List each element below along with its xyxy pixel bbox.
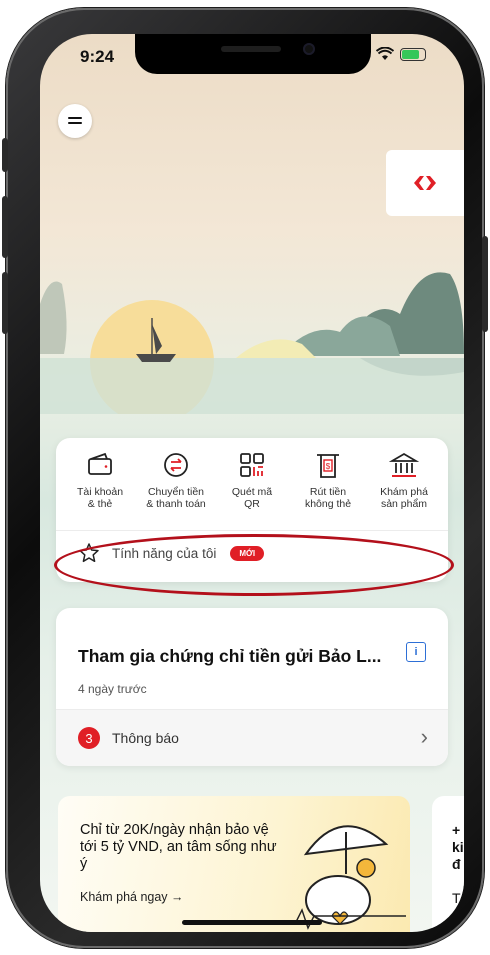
action-explore-products[interactable]: Khám phá sản phẩm — [368, 450, 440, 510]
action-transfer-payment[interactable]: Chuyển tiền & thanh toán — [140, 450, 212, 510]
action-label-1: Rút tiền — [309, 486, 347, 498]
action-label-2: & thẻ — [87, 498, 113, 510]
promo-next-line1: + — [452, 822, 461, 838]
svg-text:$: $ — [326, 462, 331, 471]
wifi-icon — [376, 47, 394, 60]
home-indicator — [182, 920, 322, 925]
action-label-2: QR — [244, 498, 260, 510]
notifications-link[interactable]: 3 Thông báo › — [56, 709, 448, 766]
power-button — [482, 236, 488, 332]
transfer-icon — [164, 453, 188, 477]
highlight-annotation — [54, 534, 454, 596]
notification-card[interactable]: Tham gia chứng chỉ tiền gửi Bảo L... i 4… — [56, 608, 448, 766]
volume-up-button — [2, 196, 8, 258]
action-label-1: Chuyển tiền — [147, 486, 205, 498]
hamburger-icon — [68, 117, 82, 124]
promo-next-line4: T — [452, 890, 461, 906]
promo-banner-next[interactable]: + ki đ T — [432, 796, 464, 932]
promo-link[interactable]: Khám phá ngay → — [80, 890, 184, 904]
action-label-1: Quét mã — [231, 486, 273, 498]
chevron-right-icon: › — [420, 724, 428, 749]
menu-button[interactable] — [58, 104, 92, 138]
wallet-icon — [88, 452, 112, 475]
volume-down-button — [2, 272, 8, 334]
promo-banner[interactable]: Chỉ từ 20K/ngày nhận bảo vệ tới 5 tỷ VND… — [58, 796, 410, 932]
notifications-label: Thông báo — [112, 730, 179, 746]
status-icons — [376, 47, 426, 61]
action-label-2: sản phẩm — [380, 498, 428, 510]
battery-icon — [400, 47, 426, 61]
action-cardless-withdraw[interactable]: $ Rút tiền không thẻ — [292, 450, 364, 510]
promo-text: Chỉ từ 20K/ngày nhận bảo vệ tới 5 tỷ VND… — [80, 822, 277, 872]
action-label-2: không thẻ — [304, 498, 352, 510]
brand-logo-card[interactable] — [386, 150, 464, 216]
status-time: 9:24 — [80, 47, 115, 66]
atm-icon: $ — [317, 454, 339, 478]
action-accounts-cards[interactable]: Tài khoản & thẻ — [64, 450, 136, 510]
action-label-2: & thanh toán — [146, 498, 206, 510]
notification-time: 4 ngày trước — [78, 682, 147, 696]
bank-icon — [389, 452, 419, 477]
promo-next-line2: ki — [452, 839, 464, 855]
qr-icon — [240, 453, 264, 477]
promo-next-line3: đ — [452, 856, 461, 872]
side-button — [2, 138, 8, 172]
info-icon[interactable]: i — [406, 642, 426, 662]
notification-count-badge: 3 — [78, 727, 100, 749]
piggy-umbrella-illustration — [276, 825, 406, 930]
screen: 9:24 Tài khoản & thẻ Chuyển tiền & thanh… — [40, 34, 464, 932]
front-camera — [303, 43, 315, 55]
divider — [56, 530, 448, 531]
action-label-1: Khám phá — [380, 486, 428, 498]
bank-logo-icon — [414, 176, 436, 190]
action-label-1: Tài khoản — [76, 486, 124, 498]
speaker — [221, 46, 281, 52]
landscape-illustration — [40, 272, 464, 414]
action-scan-qr[interactable]: Quét mã QR — [216, 450, 288, 510]
notch — [135, 34, 371, 74]
notification-title: Tham gia chứng chỉ tiền gửi Bảo L... — [78, 646, 382, 666]
